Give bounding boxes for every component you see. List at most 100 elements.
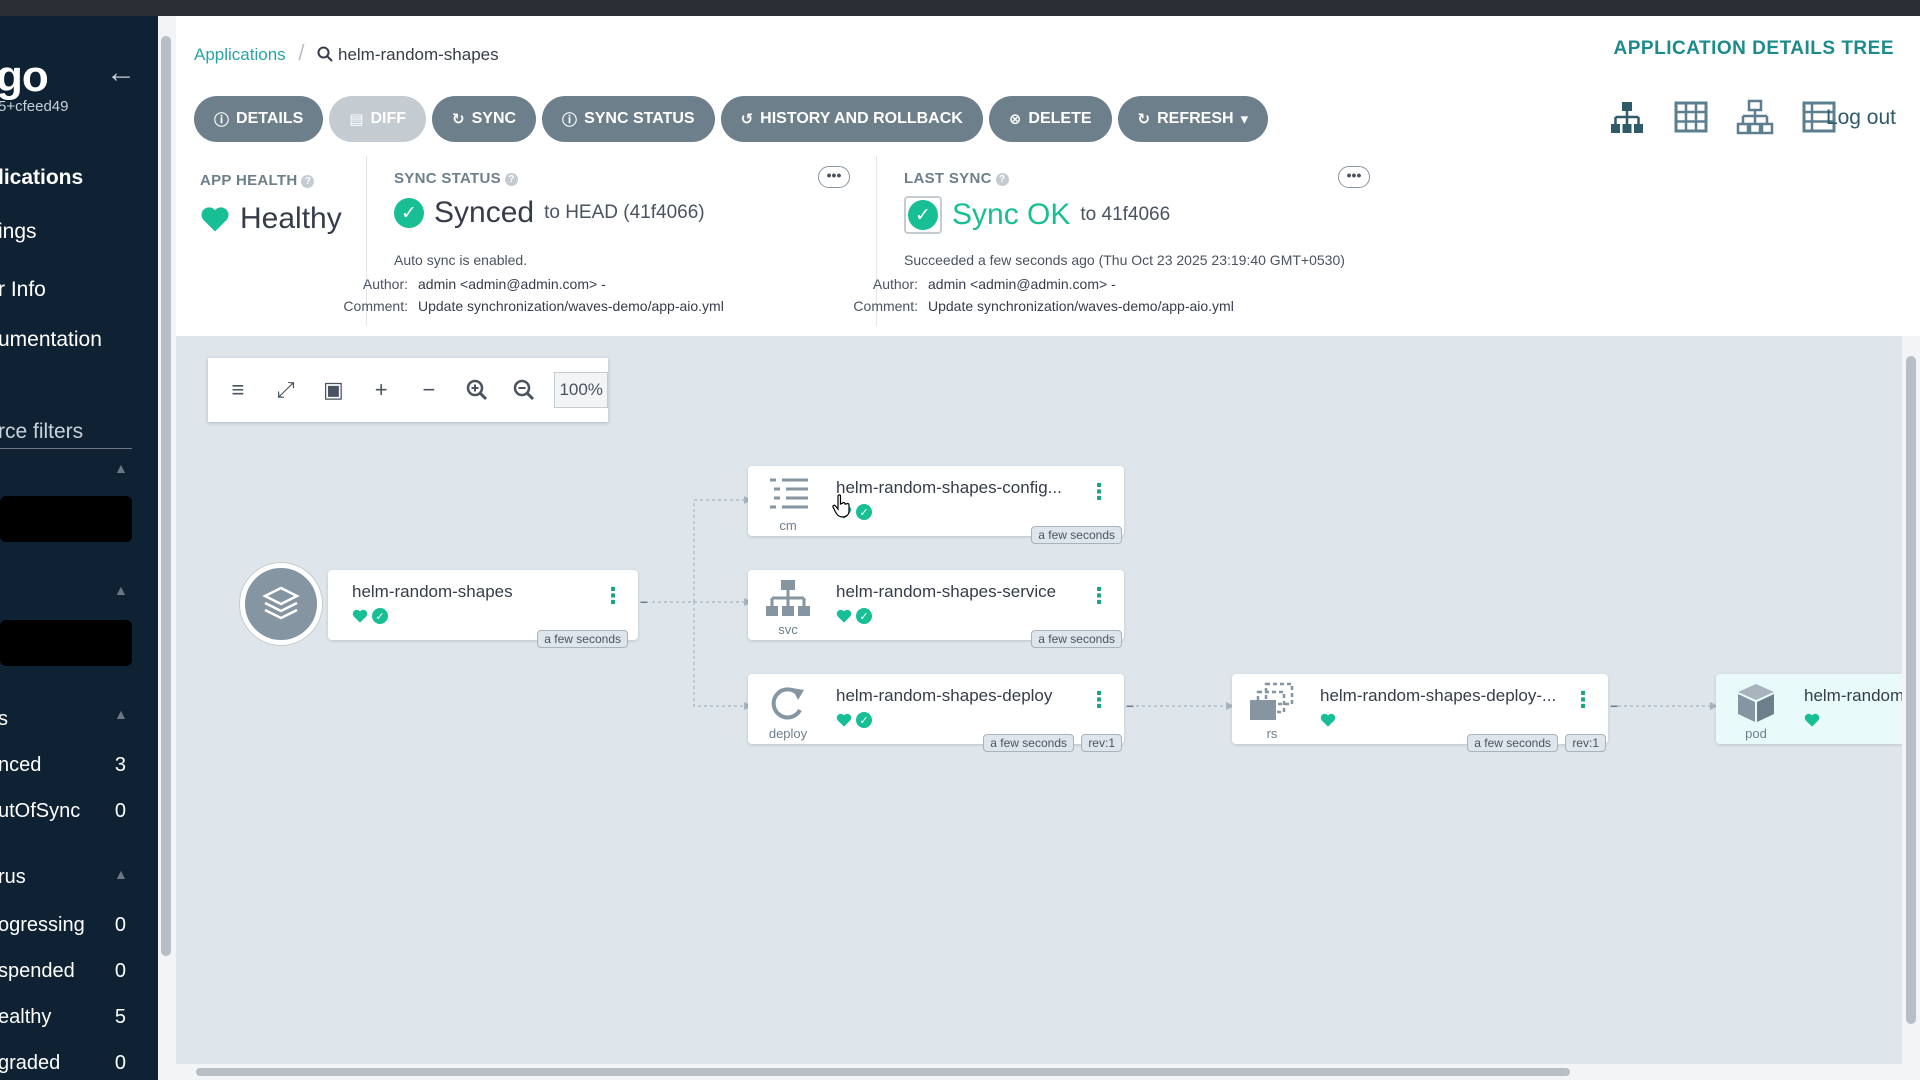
- details-button[interactable]: ⓘ DETAILS: [194, 96, 324, 142]
- service-node[interactable]: svc helm-random-shapes-service ✓ ⋮ a few…: [748, 570, 1124, 648]
- grid-view-icon[interactable]: [1672, 98, 1710, 136]
- canvas-vertical-scrollbar-thumb[interactable]: [1906, 356, 1916, 1024]
- breadcrumb-applications-link[interactable]: Applications: [194, 45, 286, 64]
- health-text: Healthy: [240, 202, 342, 235]
- sync-status-more-button[interactable]: •••: [818, 166, 850, 188]
- collapse-sidebar-arrow-icon[interactable]: ←: [106, 56, 136, 90]
- help-icon[interactable]: ?: [504, 173, 518, 186]
- status-panel: APP HEALTH? Healthy SYNC STATUS? ••• ✓ S…: [176, 156, 1920, 336]
- node-menu-icon[interactable]: ⋮: [1088, 689, 1110, 711]
- deployment-node[interactable]: deploy helm-random-shapes-deploy ✓ ⋮ a f…: [748, 674, 1124, 752]
- filter-row-degraded[interactable]: graded 0: [0, 1052, 126, 1075]
- age-tag: a few seconds: [537, 630, 628, 648]
- canvas-horizontal-scrollbar-thumb[interactable]: [196, 1068, 1570, 1076]
- history-label: HISTORY AND ROLLBACK: [760, 110, 963, 127]
- check-circle-icon: ✓: [394, 198, 424, 228]
- sync-ok-icon: ✓: [904, 196, 942, 234]
- filter-row-progressing[interactable]: ogressing 0: [0, 914, 126, 937]
- compact-icon[interactable]: ⤢: [268, 372, 304, 408]
- node-status: ✓: [836, 712, 872, 728]
- app-node[interactable]: helm-random-shapes ✓ ⋮ a few seconds: [328, 570, 638, 648]
- revision-tag: rev:1: [1565, 734, 1606, 752]
- diff-button[interactable]: ▤ DIFF: [329, 96, 427, 142]
- check-circle-icon: ✓: [856, 608, 872, 624]
- node-menu-icon[interactable]: ⋮: [1572, 689, 1594, 711]
- history-icon: ↺: [740, 111, 754, 128]
- heart-icon: [1804, 713, 1820, 727]
- filter-count: 3: [114, 754, 126, 776]
- node-menu-icon[interactable]: ⋮: [602, 585, 624, 607]
- filter-count: 0: [114, 914, 126, 936]
- node-name: helm-random: [1804, 686, 1905, 705]
- node-status: [1804, 712, 1820, 728]
- node-menu-icon[interactable]: ⋮: [1088, 585, 1110, 607]
- chevron-up-icon[interactable]: ▲: [114, 460, 128, 476]
- check-circle-icon: ✓: [856, 712, 872, 728]
- node-kind: cm: [779, 518, 797, 533]
- author-value: admin <admin@admin.com> -: [928, 276, 1116, 292]
- diff-label: DIFF: [370, 110, 407, 127]
- check-circle-icon: ✓: [908, 200, 938, 230]
- auto-sync-text: Auto sync is enabled.: [394, 252, 528, 268]
- layers-icon: [262, 586, 300, 620]
- app-node-icon[interactable]: [240, 563, 322, 645]
- zoom-out-icon[interactable]: [507, 372, 543, 408]
- sidebar-item-user-info[interactable]: r Info: [0, 278, 46, 302]
- comment-key: Comment:: [853, 298, 918, 314]
- sidebar-item-documentation[interactable]: umentation: [0, 328, 102, 352]
- sync-button[interactable]: ↻ SYNC: [432, 96, 537, 142]
- last-sync-more-button[interactable]: •••: [1338, 166, 1370, 188]
- replicaset-node[interactable]: rs helm-random-shapes-deploy-... ⋮ a few…: [1232, 674, 1608, 752]
- network-view-icon[interactable]: [1736, 98, 1774, 136]
- node-menu-icon[interactable]: ⋮: [1088, 481, 1110, 503]
- mouse-hand-cursor-icon: [832, 494, 850, 518]
- heart-icon: [836, 713, 852, 727]
- author-key: Author:: [872, 276, 918, 292]
- pod-node[interactable]: pod helm-random: [1716, 674, 1905, 744]
- filter-label: ealthy: [0, 1006, 52, 1028]
- sidebar-item-settings[interactable]: ings: [0, 220, 37, 244]
- collapse-node-icon[interactable]: −: [1610, 698, 1618, 714]
- service-icon: [766, 580, 810, 616]
- collapse-node-icon[interactable]: −: [1126, 698, 1134, 714]
- view-switcher: [1608, 98, 1838, 136]
- sidebar-scrollbar-thumb[interactable]: [161, 36, 171, 956]
- filter-input-1[interactable]: [0, 496, 132, 542]
- filter-row-suspended[interactable]: spended 0: [0, 960, 126, 983]
- filter-label: spended: [0, 960, 75, 982]
- heart-icon: [1320, 713, 1336, 727]
- delete-button[interactable]: ⊗ DELETE: [988, 96, 1112, 142]
- configmap-node[interactable]: cm helm-random-shapes-config... ✓ ⋮ a fe…: [748, 466, 1124, 544]
- filter-row-outofsync[interactable]: utOfSync 0: [0, 800, 126, 823]
- align-left-icon[interactable]: ≡: [220, 372, 256, 408]
- chevron-up-icon[interactable]: ▲: [114, 866, 128, 882]
- help-icon[interactable]: ?: [301, 175, 315, 188]
- help-icon[interactable]: ?: [995, 173, 1009, 186]
- search-icon[interactable]: [317, 45, 338, 64]
- configmap-icon: [770, 478, 808, 509]
- logout-link[interactable]: Log out: [1826, 106, 1896, 130]
- collapse-node-icon[interactable]: −: [640, 594, 648, 610]
- delete-label: DELETE: [1028, 110, 1092, 127]
- sidebar-item-applications[interactable]: lications: [0, 166, 83, 190]
- zoom-level[interactable]: 100%: [554, 372, 609, 408]
- filter-row-synced[interactable]: nced 3: [0, 754, 126, 777]
- expand-icon[interactable]: +: [363, 372, 399, 408]
- history-rollback-button[interactable]: ↺ HISTORY AND ROLLBACK: [720, 96, 983, 142]
- node-name: helm-random-shapes-config...: [836, 478, 1062, 497]
- sync-status-label: SYNC STATUS?: [394, 170, 518, 187]
- zoom-in-icon[interactable]: [459, 372, 495, 408]
- sync-status-label: SYNC STATUS: [584, 110, 695, 127]
- chevron-up-icon[interactable]: ▲: [114, 582, 128, 598]
- age-tag: a few seconds: [983, 734, 1074, 752]
- sync-status-button[interactable]: ⓘ SYNC STATUS: [542, 96, 715, 142]
- filter-count: 5: [114, 1006, 126, 1028]
- refresh-button[interactable]: ↻ REFRESH ▾: [1117, 96, 1269, 142]
- node-name: helm-random-shapes-deploy: [836, 686, 1053, 705]
- tree-view-icon[interactable]: [1608, 98, 1646, 136]
- collapse-icon[interactable]: −: [411, 372, 447, 408]
- chevron-up-icon[interactable]: ▲: [114, 706, 128, 722]
- fit-screen-icon[interactable]: ▣: [316, 372, 352, 408]
- filter-input-2[interactable]: [0, 620, 132, 666]
- filter-row-healthy[interactable]: ealthy 5: [0, 1006, 126, 1029]
